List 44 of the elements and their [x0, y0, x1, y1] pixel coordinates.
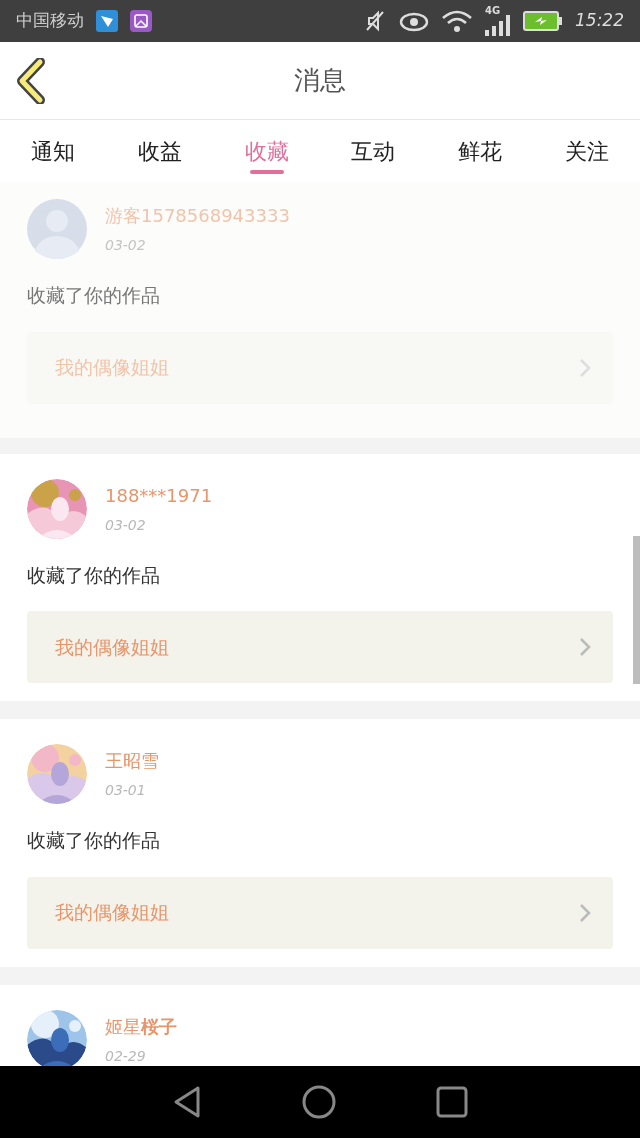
tab[interactable]: 收益 [106, 120, 214, 182]
battery-charging-icon [523, 11, 563, 31]
tab[interactable]: 收藏 [213, 120, 320, 182]
default-avatar-icon [27, 199, 87, 259]
app-notification-icon [96, 10, 118, 32]
tab[interactable]: 鲜花 [426, 120, 534, 182]
message-date: 03-02 [105, 236, 147, 255]
work-link[interactable]: 我的偶像姐姐 [27, 876, 613, 949]
tab[interactable]: 通知 [0, 120, 107, 182]
eye-icon [399, 10, 429, 32]
work-link[interactable]: 我的偶像姐姐 [27, 611, 613, 683]
tab[interactable]: 关注 [533, 120, 640, 182]
carrier-name: 中国移动 [16, 9, 84, 33]
network-type: 4G [485, 4, 501, 18]
tab[interactable]: 互动 [320, 120, 427, 182]
home-nav-button[interactable] [302, 1085, 336, 1119]
recents-nav-button[interactable] [436, 1086, 468, 1118]
tab-indicator [249, 170, 284, 174]
user-name[interactable]: 188***1971 [105, 481, 213, 509]
mute-icon [363, 9, 387, 33]
user-name[interactable]: 姬星桜子 [105, 1012, 177, 1040]
back-icon [14, 58, 48, 104]
page-title: 消息 [294, 64, 346, 97]
message-date: 03-01 [105, 781, 147, 800]
work-link[interactable]: 我的偶像姐姐 [27, 331, 613, 404]
message-text: 收藏了你的作品 [27, 828, 161, 853]
scrollbar[interactable] [633, 536, 640, 684]
chevron-right-icon [579, 637, 591, 657]
signal-icon [485, 14, 511, 36]
message-date: 03-02 [105, 515, 147, 535]
back-nav-button[interactable] [172, 1085, 202, 1119]
back-nav-icon [172, 1085, 202, 1119]
user-name[interactable]: 王昭雪 [105, 747, 159, 774]
wifi-icon [441, 9, 473, 33]
clock-time: 15:22 [575, 9, 624, 33]
message-text: 收藏了你的作品 [27, 562, 161, 588]
recents-nav-icon [436, 1086, 468, 1118]
chevron-right-icon [579, 902, 591, 923]
chevron-right-icon [579, 357, 591, 378]
gallery-notification-icon [130, 10, 152, 32]
home-nav-icon [302, 1085, 336, 1119]
message-text: 收藏了你的作品 [27, 283, 161, 308]
message-date: 02-29 [105, 1046, 147, 1066]
user-name[interactable]: 游客1578568943333 [105, 202, 290, 229]
